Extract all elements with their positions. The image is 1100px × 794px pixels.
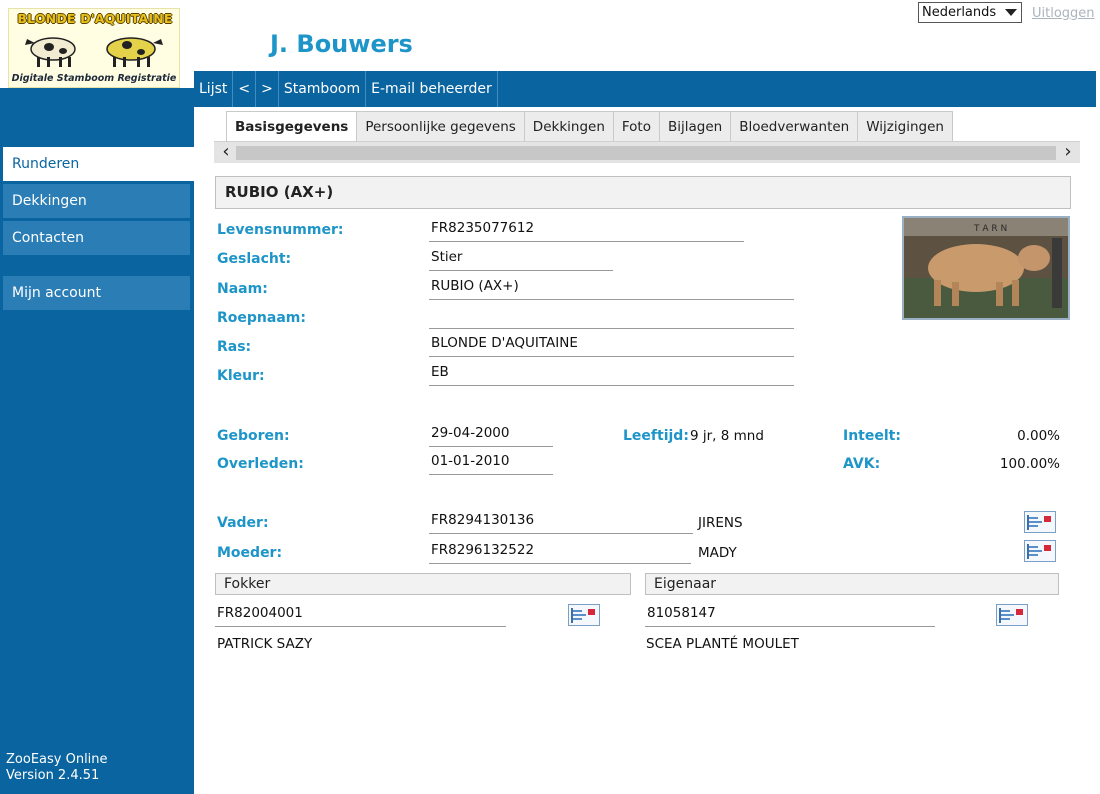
avk-label: AVK: [843,456,881,472]
sidebar-item-mijn-account[interactable]: Mijn account [3,276,190,310]
moeder-label: Moeder: [217,545,283,561]
tab-foto[interactable]: Foto [612,111,660,142]
moeder-card-icon[interactable] [1024,540,1056,562]
version-info: ZooEasy Online Version 2.4.51 [6,752,108,784]
pedigree-button[interactable]: Stamboom [279,71,367,107]
tab-bloedverwanten[interactable]: Bloedverwanten [730,111,859,142]
previous-button[interactable]: < [233,71,257,107]
avk-value: 100.00% [999,456,1060,472]
tab-basisgegevens[interactable]: Basisgegevens [226,111,358,143]
language-value: Nederlands [922,5,997,20]
tabs-scrollbar[interactable]: ‹ › [214,141,1080,163]
eigenaar-header: Eigenaar [645,573,1059,595]
sidebar-item-contacten[interactable]: Contacten [3,221,190,255]
vader-number[interactable]: FR8294130136 [429,510,693,534]
logo-area: BLONDE D'AQUITAINE Digitale Stamboom Reg… [0,0,194,88]
geslacht-label: Geslacht: [217,251,292,267]
vader-label: Vader: [217,515,269,531]
sidebar-item-dekkingen[interactable]: Dekkingen [3,184,190,218]
leeftijd-value: 9 jr, 8 mnd [690,428,764,444]
eigenaar-number[interactable]: 81058147 [645,603,935,627]
eigenaar-name: SCEA PLANTÉ MOULET [646,636,799,652]
svg-text:T A R N: T A R N [973,224,1007,234]
logo-brand-text: BLONDE D'AQUITAINE [17,11,173,26]
tab-wijzigingen[interactable]: Wijzigingen [857,111,953,142]
scroll-track[interactable] [236,146,1056,160]
tab-bijlagen[interactable]: Bijlagen [658,111,732,142]
next-button[interactable]: > [256,71,279,107]
leeftijd-label: Leeftijd: [623,428,689,444]
list-button[interactable]: Lijst [194,71,234,107]
geboren-value: 29-04-2000 [429,423,553,447]
scroll-right-icon[interactable]: › [1058,142,1078,164]
scroll-left-icon[interactable]: ‹ [216,142,236,164]
sidebar-item-runderen[interactable]: Runderen [3,147,194,181]
fokker-card-icon[interactable] [568,604,600,626]
roepnaam-value [429,305,794,329]
roepnaam-label: Roepnaam: [217,310,306,326]
chevron-down-icon [1005,9,1017,16]
moeder-number[interactable]: FR8296132522 [429,540,691,564]
levensnummer-value: FR8235077612 [429,218,744,242]
app-version: Version 2.4.51 [6,768,100,783]
bull-photo-icon: T A R N [904,218,1068,318]
moeder-name: MADY [698,545,737,561]
language-select[interactable]: Nederlands [918,2,1022,23]
ras-label: Ras: [217,339,252,355]
toolbar: Lijst < > Stamboom E-mail beheerder [194,71,1096,107]
vader-card-icon[interactable] [1024,511,1056,533]
fokker-name: PATRICK SAZY [217,636,313,652]
tab-persoonlijke-gegevens[interactable]: Persoonlijke gegevens [356,111,525,142]
ras-value: BLONDE D'AQUITAINE [429,333,794,357]
kleur-value: EB [429,362,794,386]
tab-dekkingen[interactable]: Dekkingen [523,111,614,142]
naam-value: RUBIO (AX+) [429,276,794,300]
logo-subtitle: Digitale Stamboom Registratie [11,73,177,84]
inteelt-label: Inteelt: [843,428,901,444]
eigenaar-card-icon[interactable] [996,604,1028,626]
fokker-header: Fokker [215,573,631,595]
levensnummer-label: Levensnummer: [217,222,344,238]
naam-label: Naam: [217,281,268,297]
geboren-label: Geboren: [217,428,290,444]
fokker-number[interactable]: FR82004001 [215,603,506,627]
sidebar: BLONDE D'AQUITAINE Digitale Stamboom Reg… [0,0,194,794]
cows-icon [25,37,163,67]
inteelt-value: 0.00% [1017,428,1060,444]
logout-link[interactable]: Uitloggen [1032,6,1095,21]
animal-photo[interactable]: T A R N [902,216,1070,320]
app-name: ZooEasy Online [6,752,108,767]
geslacht-value: Stier [429,247,613,271]
kleur-label: Kleur: [217,368,265,384]
logo[interactable]: BLONDE D'AQUITAINE Digitale Stamboom Reg… [8,8,180,88]
overleden-value: 01-01-2010 [429,451,553,475]
overleden-label: Overleden: [217,456,304,472]
email-admin-button[interactable]: E-mail beheerder [366,71,498,107]
tab-bar: Basisgegevens Persoonlijke gegevens Dekk… [194,107,1096,143]
record-title: RUBIO (AX+) [215,176,1071,209]
vader-name: JIRENS [698,515,743,531]
page-title: J. Bouwers [270,30,413,58]
